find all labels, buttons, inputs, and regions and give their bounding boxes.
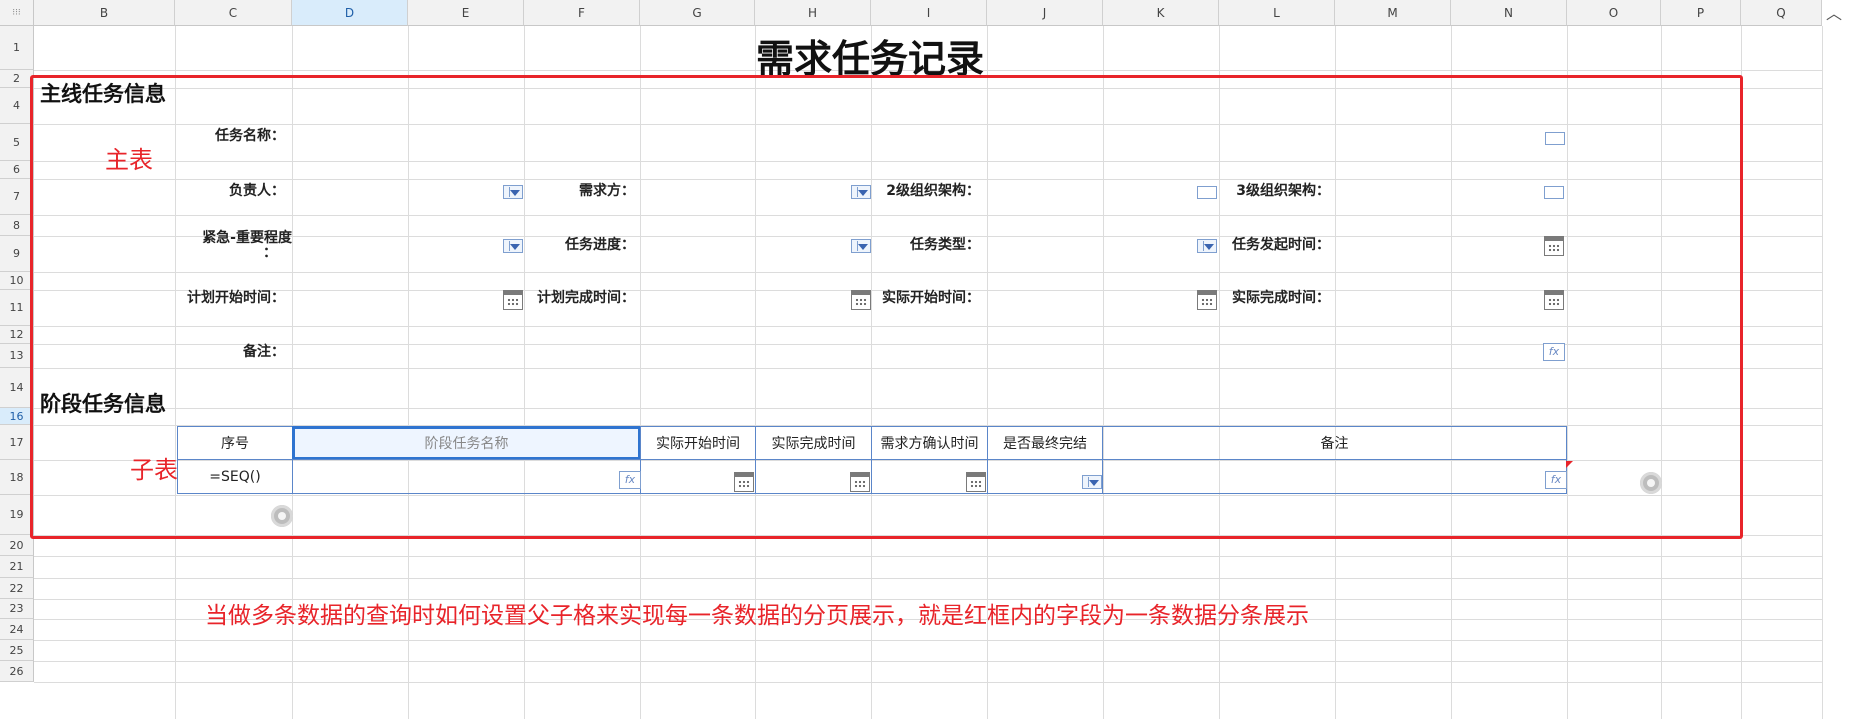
select-all-corner[interactable]: ⁝⁝⁝ (0, 0, 34, 26)
label-plan-finish: 计划完成时间： (537, 290, 635, 306)
label-progress: 任务进度： (565, 237, 635, 253)
dropdown-icon[interactable] (503, 239, 523, 253)
column-header-E[interactable]: E (408, 0, 524, 26)
grid-row-line (34, 640, 1822, 641)
row-header-1[interactable]: 1 (0, 26, 34, 70)
calendar-icon[interactable] (851, 290, 871, 310)
column-header-M[interactable]: M (1335, 0, 1451, 26)
stage-row-task-name[interactable] (292, 459, 641, 494)
grid-row-line (34, 578, 1822, 579)
label-plan-start: 计划开始时间： (187, 290, 285, 306)
row-header-23[interactable]: 23 (0, 599, 34, 619)
comment-marker-icon (1566, 461, 1573, 468)
row-header-18[interactable]: 18 (0, 460, 34, 495)
label-owner: 负责人： (229, 183, 285, 199)
label-remark: 备注： (243, 344, 285, 360)
label-task-type: 任务类型： (910, 237, 980, 253)
column-header-F[interactable]: F (524, 0, 640, 26)
stage-row-seq[interactable]: =SEQ() (177, 459, 293, 494)
stage-header-confirm-time: 需求方确认时间 (871, 426, 988, 460)
label-requester: 需求方： (579, 183, 635, 199)
row-header-4[interactable]: 4 (0, 88, 34, 124)
calendar-icon[interactable] (850, 472, 870, 492)
column-header-D[interactable]: D (292, 0, 408, 26)
column-header-L[interactable]: L (1219, 0, 1335, 26)
textbox-icon[interactable] (1197, 186, 1217, 199)
row-header-2[interactable]: 2 (0, 70, 34, 88)
textbox-icon[interactable] (1544, 186, 1564, 199)
row-header-5[interactable]: 5 (0, 124, 34, 161)
row-header-13[interactable]: 13 (0, 344, 34, 368)
stage-header-seq: 序号 (177, 426, 293, 460)
scroll-up-arrow[interactable]: ︿ (1822, 4, 1846, 24)
row-header-10[interactable]: 10 (0, 272, 34, 290)
label-task-name: 任务名称： (215, 128, 285, 144)
label-actual-finish: 实际完成时间： (1232, 290, 1330, 306)
row-header-22[interactable]: 22 (0, 578, 34, 599)
grid-row-line (34, 682, 1822, 683)
calendar-icon[interactable] (966, 472, 986, 492)
label-actual-start: 实际开始时间： (882, 290, 980, 306)
stage-row-remark[interactable] (1102, 459, 1567, 494)
calendar-icon[interactable] (1544, 290, 1564, 310)
grid-row-line (34, 556, 1822, 557)
question-annotation: 当做多条数据的查询时如何设置父子格来实现每一条数据的分页展示，就是红框内的字段为… (205, 603, 1309, 629)
grid-row-line (34, 661, 1822, 662)
stage-header-actual-finish: 实际完成时间 (755, 426, 872, 460)
label-org-level2: 2级组织架构： (886, 183, 980, 199)
dropdown-icon[interactable] (851, 185, 871, 199)
stage-header-actual-start: 实际开始时间 (640, 426, 756, 460)
calendar-icon[interactable] (1197, 290, 1217, 310)
column-header-B[interactable]: B (34, 0, 175, 26)
stage-header-task-name[interactable]: 阶段任务名称 (292, 426, 641, 460)
row-header-19[interactable]: 19 (0, 495, 34, 535)
row-header-7[interactable]: 7 (0, 179, 34, 215)
dropdown-icon[interactable] (1082, 475, 1102, 489)
row-header-14[interactable]: 14 (0, 368, 34, 408)
grid-column-line (1822, 26, 1823, 719)
row-header-16[interactable]: 16 (0, 408, 34, 425)
label-org-level3: 3级组织架构： (1236, 183, 1330, 199)
column-header-P[interactable]: P (1661, 0, 1741, 26)
stage-header-remark: 备注 (1102, 426, 1567, 460)
formula-fx-icon[interactable]: fx (1543, 343, 1565, 361)
row-header-17[interactable]: 17 (0, 425, 34, 460)
column-header-K[interactable]: K (1103, 0, 1219, 26)
stage-header-is-final: 是否最终完结 (987, 426, 1103, 460)
dropdown-icon[interactable] (503, 185, 523, 199)
column-header-G[interactable]: G (640, 0, 755, 26)
gear-icon[interactable] (271, 505, 293, 527)
formula-fx-icon[interactable]: fx (619, 471, 641, 489)
column-header-N[interactable]: N (1451, 0, 1567, 26)
dropdown-icon[interactable] (1197, 239, 1217, 253)
calendar-icon[interactable] (503, 290, 523, 310)
column-header-I[interactable]: I (871, 0, 987, 26)
label-start-time: 任务发起时间： (1232, 237, 1330, 253)
dropdown-icon[interactable] (851, 239, 871, 253)
column-header-H[interactable]: H (755, 0, 871, 26)
column-header-C[interactable]: C (175, 0, 292, 26)
calendar-icon[interactable] (734, 472, 754, 492)
row-header-6[interactable]: 6 (0, 161, 34, 179)
gear-icon[interactable] (1640, 472, 1662, 494)
column-header-O[interactable]: O (1567, 0, 1661, 26)
row-header-8[interactable]: 8 (0, 215, 34, 236)
column-header-Q[interactable]: Q (1741, 0, 1822, 26)
row-header-25[interactable]: 25 (0, 640, 34, 661)
row-header-26[interactable]: 26 (0, 661, 34, 682)
row-header-12[interactable]: 12 (0, 326, 34, 344)
row-header-24[interactable]: 24 (0, 619, 34, 640)
column-header-J[interactable]: J (987, 0, 1103, 26)
label-urgency-line2: ： (263, 245, 277, 261)
row-header-20[interactable]: 20 (0, 535, 34, 556)
row-header-21[interactable]: 21 (0, 556, 34, 578)
calendar-icon[interactable] (1544, 236, 1564, 256)
row-header-9[interactable]: 9 (0, 236, 34, 272)
textbox-icon[interactable] (1545, 132, 1565, 145)
formula-fx-icon[interactable]: fx (1545, 471, 1567, 489)
row-header-11[interactable]: 11 (0, 290, 34, 326)
